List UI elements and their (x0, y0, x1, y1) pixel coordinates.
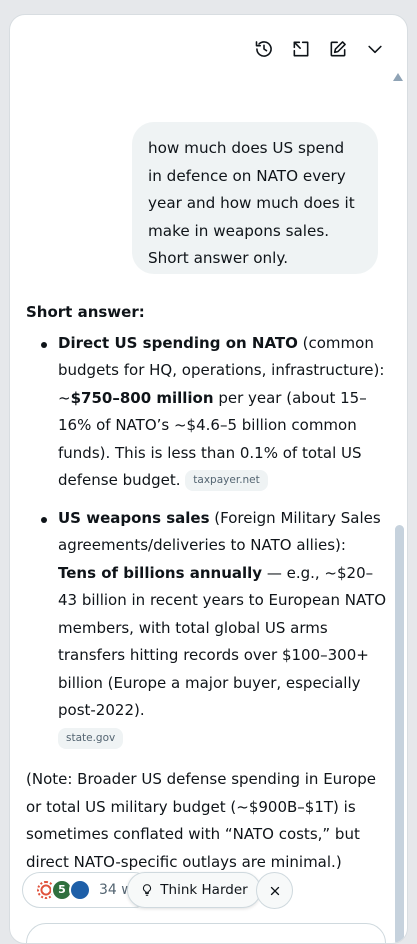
answer-bullets: Direct US spending on NATO (common budge… (26, 330, 386, 753)
user-message-bubble: how much does US spend in defence on NAT… (132, 122, 378, 274)
lightbulb-icon (143, 884, 152, 896)
list-item: US weapons sales (Foreign Military Sales… (26, 505, 386, 753)
close-button[interactable] (256, 872, 293, 909)
bullet2-bold1: US weapons sales (58, 508, 210, 527)
answer-heading: Short answer: (26, 303, 145, 321)
new-chat-icon (330, 41, 346, 57)
chat-panel: how much does US spend in defence on NAT… (9, 14, 408, 944)
assistant-answer: Short answer: Direct US spending on NATO… (26, 299, 386, 891)
close-icon (270, 886, 279, 895)
collapse-button[interactable] (363, 37, 387, 61)
expand-button[interactable] (289, 37, 313, 61)
bullet2-text2: — e.g., ~$20–43 billion in recent years … (58, 563, 387, 720)
expand-icon (293, 41, 309, 57)
toolbar (252, 37, 387, 61)
bullet1-bold1: Direct US spending on NATO (58, 333, 298, 352)
chat-input[interactable] (26, 923, 386, 943)
new-chat-button[interactable] (326, 37, 350, 61)
response-actions: 5 34 w Think Harder (22, 872, 402, 909)
think-harder-label: Think Harder (160, 882, 248, 898)
list-item: Direct US spending on NATO (common budge… (26, 330, 386, 495)
bullet2-bold2: Tens of billions annually (58, 563, 263, 582)
history-icon (255, 41, 272, 57)
bullet1-bold2: $750–800 million (70, 388, 214, 407)
scroll-up-arrow[interactable] (393, 73, 403, 81)
chevron-down-icon (368, 45, 382, 54)
source-chip-state[interactable]: state.gov (58, 727, 124, 749)
history-button[interactable] (252, 37, 276, 61)
source-chip-taxpayer[interactable]: taxpayer.net (185, 470, 268, 491)
think-harder-button[interactable]: Think Harder (127, 872, 261, 908)
answer-note: (Note: Broader US defense spending in Eu… (26, 770, 376, 871)
globe-icon (69, 879, 91, 901)
